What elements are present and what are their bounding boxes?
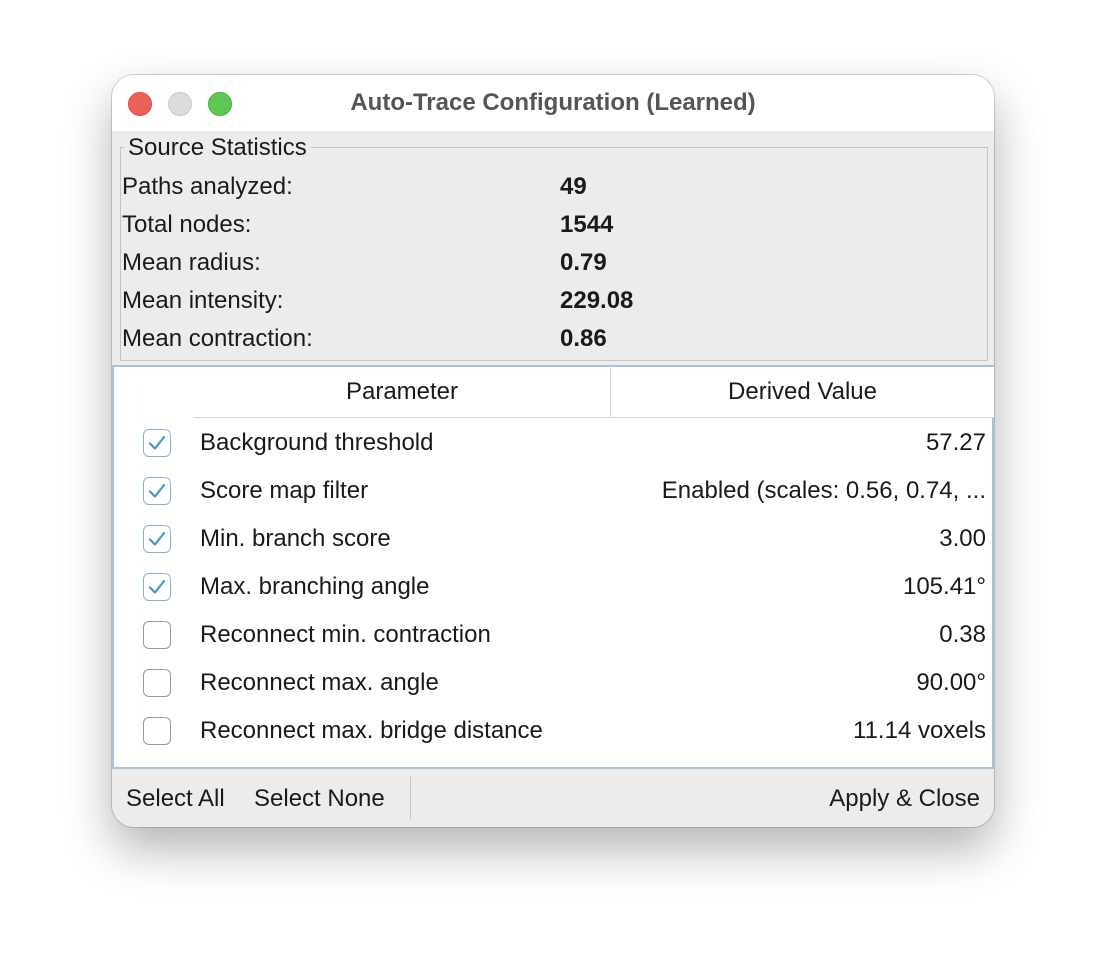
stat-value: 0.86 [560, 325, 607, 352]
stat-row-total-nodes: Total nodes: 1544 [122, 206, 982, 244]
derived-value: 57.27 [925, 429, 986, 456]
checkmark-icon [148, 531, 166, 546]
title-bar[interactable]: Auto-Trace Configuration (Learned) [112, 75, 994, 131]
table-row-background-threshold[interactable]: Background threshold 57.27 [114, 419, 992, 467]
checkmark-icon [148, 435, 166, 450]
parameter-name: Background threshold [200, 429, 434, 456]
row-checkbox[interactable] [143, 573, 171, 601]
table-row-score-map-filter[interactable]: Score map filter Enabled (scales: 0.56, … [114, 467, 992, 515]
parameter-name: Max. branching angle [200, 573, 430, 600]
table-row-reconnect-max-bridge-distance[interactable]: Reconnect max. bridge distance 11.14 vox… [114, 707, 992, 755]
row-checkbox[interactable] [143, 525, 171, 553]
parameter-name: Score map filter [200, 477, 369, 504]
stat-label: Mean radius: [122, 249, 261, 276]
table-row-max-branching-angle[interactable]: Max. branching angle 105.41° [114, 563, 992, 611]
row-checkbox[interactable] [143, 669, 171, 697]
table-row-reconnect-min-contraction[interactable]: Reconnect min. contraction 0.38 [114, 611, 992, 659]
auto-trace-config-window: Auto-Trace Configuration (Learned) Sourc… [112, 75, 994, 827]
stat-value: 0.79 [560, 249, 607, 276]
derived-value: 90.00° [916, 669, 986, 696]
table-header: Parameter Derived Value [194, 367, 994, 418]
derived-value: 0.38 [939, 621, 986, 648]
derived-value: 3.00 [939, 525, 986, 552]
table-row-min-branch-score[interactable]: Min. branch score 3.00 [114, 515, 992, 563]
column-header-derived-value[interactable]: Derived Value [611, 367, 994, 417]
stat-row-mean-intensity: Mean intensity: 229.08 [122, 282, 982, 320]
button-separator [410, 777, 411, 819]
window-title: Auto-Trace Configuration (Learned) [350, 89, 756, 116]
derived-value: 11.14 voxels [853, 717, 986, 744]
stat-value: 49 [560, 173, 587, 200]
apply-close-button[interactable]: Apply & Close [829, 769, 980, 827]
stat-label: Total nodes: [122, 211, 252, 238]
derived-value: Enabled (scales: 0.56, 0.74, ... [661, 477, 986, 504]
row-checkbox[interactable] [143, 477, 171, 505]
stat-row-mean-radius: Mean radius: 0.79 [122, 244, 982, 282]
stat-row-mean-contraction: Mean contraction: 0.86 [122, 320, 982, 358]
stat-label: Mean contraction: [122, 325, 313, 352]
select-all-button[interactable]: Select All [126, 769, 225, 827]
source-statistics-legend: Source Statistics [124, 133, 311, 163]
stat-value: 1544 [560, 211, 614, 238]
stat-label: Paths analyzed: [122, 173, 293, 200]
row-checkbox[interactable] [143, 621, 171, 649]
derived-value: 105.41° [902, 573, 986, 600]
checkmark-icon [148, 579, 166, 594]
column-header-parameter[interactable]: Parameter [194, 367, 611, 417]
parameter-name: Min. branch score [200, 525, 391, 552]
parameter-table[interactable]: Parameter Derived Value Background thres… [112, 365, 994, 769]
stat-value: 229.08 [560, 287, 634, 314]
parameter-name: Reconnect min. contraction [200, 621, 491, 648]
parameter-name: Reconnect max. bridge distance [200, 717, 543, 744]
checkmark-icon [148, 483, 166, 498]
parameter-name: Reconnect max. angle [200, 669, 439, 696]
stat-row-paths-analyzed: Paths analyzed: 49 [122, 168, 982, 206]
select-none-button[interactable]: Select None [254, 769, 385, 827]
stat-label: Mean intensity: [122, 287, 284, 314]
bottom-button-bar: Select All Select None Apply & Close [112, 769, 994, 827]
row-checkbox[interactable] [143, 429, 171, 457]
row-checkbox[interactable] [143, 717, 171, 745]
table-row-reconnect-max-angle[interactable]: Reconnect max. angle 90.00° [114, 659, 992, 707]
